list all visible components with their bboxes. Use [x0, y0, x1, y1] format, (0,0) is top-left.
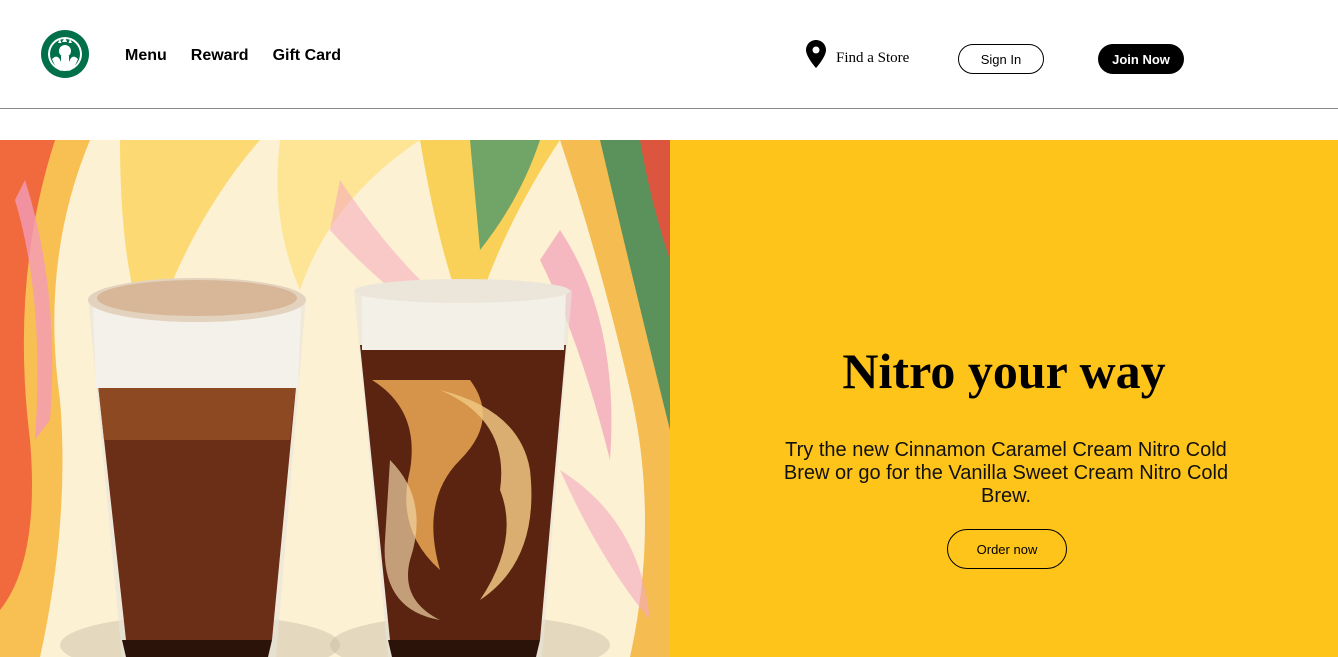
nav-link-gift-card[interactable]: Gift Card: [273, 47, 341, 65]
sign-in-button[interactable]: Sign In: [958, 44, 1044, 74]
hero-title: Nitro your way: [842, 343, 1166, 399]
main-nav: Menu Reward Gift Card: [125, 47, 341, 65]
nitro-drinks-illustration: [0, 140, 670, 657]
nav-link-menu[interactable]: Menu: [125, 47, 167, 65]
hero-panel: Nitro your way Try the new Cinnamon Cara…: [670, 140, 1338, 657]
find-store-link[interactable]: Find a Store: [806, 40, 909, 68]
site-header: Menu Reward Gift Card Find a Store Sign …: [0, 0, 1338, 109]
join-now-button[interactable]: Join Now: [1098, 44, 1184, 74]
find-store-label: Find a Store: [836, 49, 910, 66]
nav-link-reward[interactable]: Reward: [191, 47, 249, 65]
map-pin-icon: [806, 40, 826, 68]
order-now-button[interactable]: Order now: [947, 529, 1067, 569]
hero-image: [0, 140, 670, 657]
starbucks-logo[interactable]: [40, 29, 90, 79]
hero-description: Try the new Cinnamon Caramel Cream Nitro…: [783, 439, 1229, 507]
